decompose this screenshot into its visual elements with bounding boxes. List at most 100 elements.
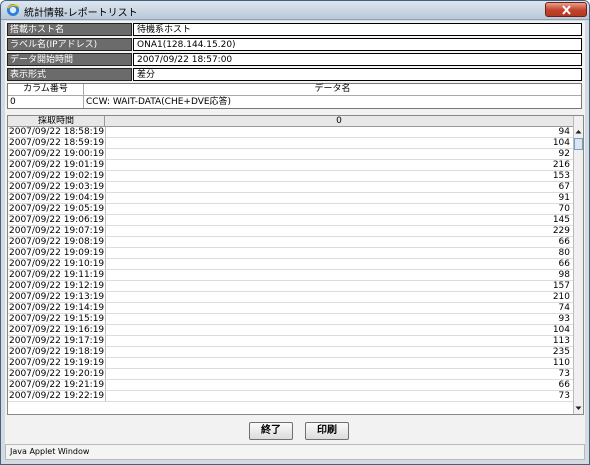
value-cell: 70 <box>105 204 571 214</box>
info-row-label: ラベル名(IPアドレス) ONA1(128.144.15.20) <box>5 38 585 53</box>
table-row[interactable]: 2007/09/22 19:16:19 104 <box>8 325 573 336</box>
time-cell: 2007/09/22 18:58:19 <box>9 127 105 137</box>
scroll-up-arrow-icon[interactable] <box>574 127 583 137</box>
time-cell: 2007/09/22 19:10:19 <box>9 259 105 269</box>
value-cell: 104 <box>105 138 571 148</box>
table-row[interactable]: 2007/09/22 19:02:19 153 <box>8 171 573 182</box>
title-bar[interactable]: 統計情報-レポートリスト <box>1 1 589 20</box>
value-cell: 73 <box>105 391 571 401</box>
table-row[interactable]: 2007/09/22 19:05:19 70 <box>8 204 573 215</box>
data-name-header: データ名 <box>84 84 581 96</box>
column-number-header: カラム番号 <box>8 84 84 96</box>
table-row[interactable]: 2007/09/22 19:13:19 210 <box>8 292 573 303</box>
host-value: 待機系ホスト <box>133 23 582 36</box>
time-cell: 2007/09/22 19:13:19 <box>9 292 105 302</box>
column-number-cell: 0 <box>8 96 84 108</box>
table-row[interactable]: 2007/09/22 19:12:19 157 <box>8 281 573 292</box>
time-cell: 2007/09/22 19:06:19 <box>9 215 105 225</box>
info-row-start: データ開始時間 2007/09/22 18:57:00 <box>5 53 585 68</box>
value-cell: 92 <box>105 149 571 159</box>
time-cell: 2007/09/22 19:02:19 <box>9 171 105 181</box>
info-row-format: 表示形式 差分 <box>5 68 585 83</box>
value-cell: 113 <box>105 336 571 346</box>
value-cell: 66 <box>105 237 571 247</box>
time-cell: 2007/09/22 19:00:19 <box>9 149 105 159</box>
print-button[interactable]: 印刷 <box>305 422 349 440</box>
value-cell: 91 <box>105 193 571 203</box>
value-cell: 153 <box>105 171 571 181</box>
value-cell: 145 <box>105 215 571 225</box>
value-cell: 66 <box>105 259 571 269</box>
column-info-table: カラム番号 データ名 0 CCW: WAIT-DATA(CHE+DVE応答) <box>7 83 582 109</box>
close-button[interactable] <box>545 2 587 17</box>
time-column-header[interactable]: 採取時間 <box>8 116 105 127</box>
table-row[interactable]: 2007/09/22 19:17:19 113 <box>8 336 573 347</box>
time-cell: 2007/09/22 19:12:19 <box>9 281 105 291</box>
table-row[interactable]: 2007/09/22 19:10:19 66 <box>8 259 573 270</box>
format-label: 表示形式 <box>7 68 132 81</box>
table-row[interactable]: 2007/09/22 19:18:19 235 <box>8 347 573 358</box>
table-row[interactable]: 2007/09/22 19:07:19 229 <box>8 226 573 237</box>
time-cell: 2007/09/22 19:17:19 <box>9 336 105 346</box>
label-ip-value: ONA1(128.144.15.20) <box>133 38 582 51</box>
value-cell: 74 <box>105 303 571 313</box>
status-bar: Java Applet Window <box>5 444 585 460</box>
time-cell: 2007/09/22 19:09:19 <box>9 248 105 258</box>
value-cell: 67 <box>105 182 571 192</box>
table-row[interactable]: 2007/09/22 19:09:19 80 <box>8 248 573 259</box>
table-row[interactable]: 2007/09/22 19:00:19 92 <box>8 149 573 160</box>
scroll-down-arrow-icon[interactable] <box>574 403 583 413</box>
table-row[interactable]: 2007/09/22 19:21:19 66 <box>8 380 573 391</box>
info-row-host: 搭載ホスト名 待機系ホスト <box>5 23 585 38</box>
host-label: 搭載ホスト名 <box>7 23 132 36</box>
value-cell: 110 <box>105 358 571 368</box>
value-column-header[interactable]: 0 <box>105 116 573 127</box>
table-row[interactable]: 2007/09/22 18:58:19 94 <box>8 127 573 138</box>
table-row[interactable]: 2007/09/22 19:14:19 74 <box>8 303 573 314</box>
ie-logo-icon <box>7 4 20 16</box>
window-title: 統計情報-レポートリスト <box>24 8 138 19</box>
table-row[interactable]: 2007/09/22 19:19:19 110 <box>8 358 573 369</box>
scroll-thumb[interactable] <box>574 138 583 150</box>
value-cell: 216 <box>105 160 571 170</box>
data-name-cell: CCW: WAIT-DATA(CHE+DVE応答) <box>86 97 232 107</box>
client-area: 搭載ホスト名 待機系ホスト ラベル名(IPアドレス) ONA1(128.144.… <box>5 21 585 459</box>
time-cell: 2007/09/22 19:19:19 <box>9 358 105 368</box>
close-icon <box>562 5 571 15</box>
table-row[interactable]: 2007/09/22 19:20:19 73 <box>8 369 573 380</box>
time-cell: 2007/09/22 19:15:19 <box>9 314 105 324</box>
value-cell: 104 <box>105 325 571 335</box>
value-cell: 235 <box>105 347 571 357</box>
table-row[interactable]: 2007/09/22 19:04:19 91 <box>8 193 573 204</box>
time-cell: 2007/09/22 19:22:19 <box>9 391 105 401</box>
time-cell: 2007/09/22 19:11:19 <box>9 270 105 280</box>
time-cell: 2007/09/22 19:07:19 <box>9 226 105 236</box>
value-cell: 73 <box>105 369 571 379</box>
value-cell: 210 <box>105 292 571 302</box>
end-button[interactable]: 終了 <box>249 422 293 440</box>
time-cell: 2007/09/22 19:20:19 <box>9 369 105 379</box>
table-row[interactable]: 2007/09/22 19:08:19 66 <box>8 237 573 248</box>
label-ip-label: ラベル名(IPアドレス) <box>7 38 132 51</box>
time-cell: 2007/09/22 19:21:19 <box>9 380 105 390</box>
table-row[interactable]: 2007/09/22 19:11:19 98 <box>8 270 573 281</box>
time-cell: 2007/09/22 19:01:19 <box>9 160 105 170</box>
format-value: 差分 <box>133 68 582 81</box>
start-time-value: 2007/09/22 18:57:00 <box>133 53 582 66</box>
time-cell: 2007/09/22 19:05:19 <box>9 204 105 214</box>
table-row[interactable]: 2007/09/22 19:01:19 216 <box>8 160 573 171</box>
time-cell: 2007/09/22 19:14:19 <box>9 303 105 313</box>
table-row[interactable]: 2007/09/22 18:59:19 104 <box>8 138 573 149</box>
table-row[interactable]: 2007/09/22 19:03:19 67 <box>8 182 573 193</box>
value-cell: 94 <box>105 127 571 137</box>
table-row[interactable]: 2007/09/22 19:06:19 145 <box>8 215 573 226</box>
time-cell: 2007/09/22 19:16:19 <box>9 325 105 335</box>
time-cell: 2007/09/22 19:04:19 <box>9 193 105 203</box>
table-row[interactable]: 2007/09/22 19:22:19 73 <box>8 391 573 402</box>
value-cell: 66 <box>105 380 571 390</box>
value-cell: 93 <box>105 314 571 324</box>
vertical-scrollbar[interactable] <box>573 116 583 414</box>
value-cell: 157 <box>105 281 571 291</box>
data-grid[interactable]: 採取時間 0 2007/09/22 18:58:19 94 2007/09/22 1… <box>7 115 584 415</box>
table-row[interactable]: 2007/09/22 19:15:19 93 <box>8 314 573 325</box>
